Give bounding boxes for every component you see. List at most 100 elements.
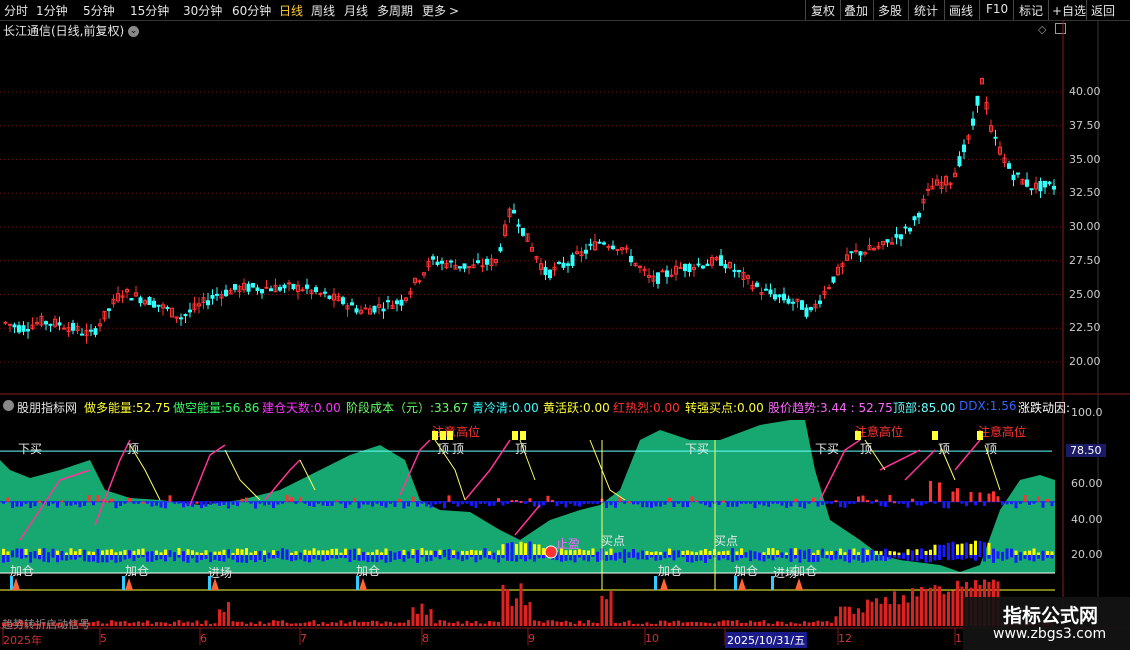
ddx-bar — [258, 501, 262, 504]
volume-bar — [231, 621, 235, 626]
activity-bar — [155, 550, 158, 555]
volume-bar — [942, 594, 946, 626]
arrow-icon — [738, 578, 746, 590]
activity-bar — [915, 549, 919, 555]
activity-bar — [137, 555, 140, 558]
stock-chart[interactable]: 下买 下买 下买顶顶顶顶顶顶顶注意高位 注意高位 注意高位买点 买点加仓 加仓 加仓 加仓 加仓加… — [0, 0, 1130, 650]
candle-body — [858, 251, 863, 256]
activity-bar — [344, 548, 347, 555]
activity-bar — [69, 555, 73, 560]
ddx-bar — [533, 501, 536, 507]
candle-body — [215, 293, 219, 296]
candle-body — [773, 294, 777, 300]
ddx-bar — [798, 501, 802, 508]
activity-bar — [411, 548, 415, 555]
volume-bar — [857, 608, 860, 626]
volume-bar — [447, 622, 451, 626]
volume-bar — [848, 606, 851, 626]
ddx-bar — [812, 497, 815, 502]
ddx-bar — [794, 498, 797, 502]
candle-body — [251, 282, 255, 288]
activity-bar — [56, 550, 59, 555]
candle-body — [903, 226, 908, 229]
activity-bar — [614, 552, 617, 555]
activity-bar — [209, 552, 212, 555]
volume-bar — [294, 623, 298, 626]
indicator-item-value: 0.00 — [583, 401, 610, 415]
activity-bar — [632, 555, 635, 558]
side-panel-collapsed[interactable] — [1100, 30, 1130, 400]
candle-body — [1047, 181, 1052, 185]
activity-bar — [605, 551, 608, 555]
ddx-bar — [870, 501, 874, 504]
activity-bar — [969, 543, 973, 555]
activity-bar — [335, 555, 338, 559]
activity-bar — [645, 551, 649, 555]
activity-bar — [78, 549, 82, 555]
indicator-item: 阶段成本（元）:33.67 — [346, 399, 468, 415]
ddx-bar — [740, 501, 743, 504]
volume-bar — [254, 623, 257, 626]
activity-bar — [924, 555, 928, 563]
indicator-menu-icon[interactable] — [3, 400, 14, 411]
ddx-bar — [587, 501, 590, 504]
activity-bar — [974, 555, 977, 561]
volume-bar — [105, 623, 109, 626]
ddx-bar — [834, 500, 838, 503]
candle-body — [732, 269, 737, 272]
candle-body — [435, 261, 440, 265]
xia-mai-signal: 下买 — [815, 442, 839, 456]
activity-bar — [33, 551, 37, 555]
candle-body — [314, 287, 318, 292]
ddx-bar — [686, 501, 689, 508]
ddx-bar — [182, 501, 185, 508]
volume-bar — [951, 590, 955, 626]
volume-bar — [861, 612, 865, 626]
ddx-bar — [1037, 496, 1040, 502]
volume-bar — [888, 604, 892, 626]
ddx-bar — [731, 501, 734, 507]
activity-bar — [398, 555, 401, 559]
top-marker — [440, 431, 446, 440]
activity-bar — [357, 555, 361, 561]
ddx-bar — [758, 501, 761, 505]
ddx-bar — [650, 501, 653, 508]
ddx-bar — [132, 501, 136, 504]
ddx-bar — [204, 501, 208, 507]
volume-bar — [735, 620, 739, 626]
activity-bar — [839, 548, 842, 555]
indicator-item: 黄活跃:0.00 — [543, 399, 610, 415]
indicator-name[interactable]: 股朋指标网 — [17, 399, 77, 415]
activity-bar — [150, 555, 154, 562]
activity-bar — [987, 555, 991, 559]
volume-bar — [182, 622, 185, 626]
activity-bar — [92, 551, 95, 555]
activity-bar — [821, 548, 824, 555]
activity-bar — [866, 549, 869, 555]
volume-bar — [497, 621, 500, 626]
activity-bar — [722, 555, 725, 559]
activity-bar — [443, 555, 446, 558]
volume-bar — [551, 620, 554, 626]
activity-bar — [812, 555, 815, 563]
volume-bar — [357, 622, 361, 626]
activity-bar — [474, 555, 478, 563]
signal-marker — [356, 576, 359, 590]
activity-bar — [762, 552, 766, 555]
activity-bar — [582, 555, 586, 561]
volume-bar — [906, 602, 910, 626]
activity-bar — [182, 551, 185, 555]
top-marker — [447, 431, 453, 440]
activity-bar — [560, 555, 563, 562]
activity-bar — [114, 552, 118, 555]
volume-bar — [537, 621, 541, 626]
candle-body — [327, 295, 332, 299]
activity-bar — [42, 555, 46, 562]
activity-bar — [861, 555, 865, 563]
ddx-bar — [15, 501, 19, 507]
volume-bar — [465, 620, 469, 626]
activity-bar — [245, 555, 248, 563]
volume-bar — [866, 599, 869, 626]
volume-bar — [794, 623, 797, 626]
activity-bar — [263, 555, 266, 562]
